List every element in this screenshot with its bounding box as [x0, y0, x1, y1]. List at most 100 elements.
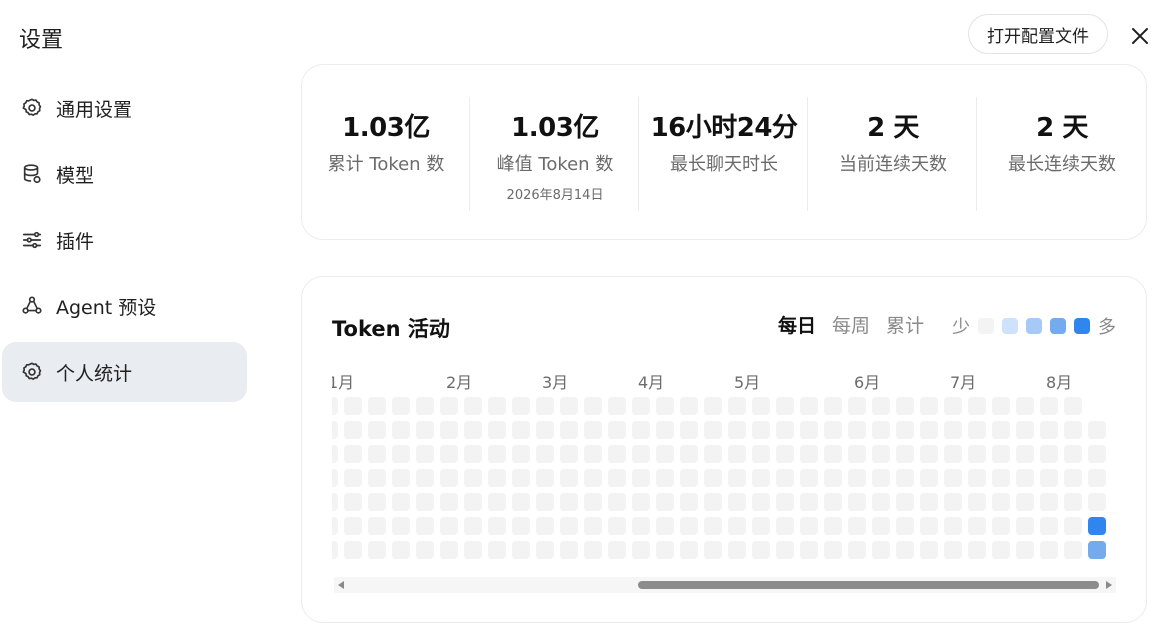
heatmap-cell[interactable]	[536, 421, 554, 439]
heatmap-cell[interactable]	[920, 517, 938, 535]
heatmap-cell[interactable]	[440, 421, 458, 439]
heatmap-cell[interactable]	[464, 469, 482, 487]
heatmap-cell[interactable]	[608, 541, 626, 559]
heatmap-cell[interactable]	[464, 493, 482, 511]
heatmap-cell[interactable]	[536, 445, 554, 463]
heatmap-cell[interactable]	[332, 493, 338, 511]
heatmap-cell[interactable]	[752, 397, 770, 415]
heatmap-cell[interactable]	[728, 541, 746, 559]
heatmap-cell[interactable]	[752, 517, 770, 535]
heatmap-cell[interactable]	[608, 421, 626, 439]
heatmap-cell[interactable]	[1016, 469, 1034, 487]
heatmap-cell[interactable]	[920, 397, 938, 415]
heatmap-cell[interactable]	[632, 421, 650, 439]
heatmap-cell[interactable]	[680, 421, 698, 439]
heatmap-cell[interactable]	[464, 517, 482, 535]
scroll-right-icon[interactable]	[1106, 581, 1112, 589]
heatmap-cell[interactable]	[368, 541, 386, 559]
heatmap-cell[interactable]	[1040, 421, 1058, 439]
scrollbar-thumb[interactable]	[638, 581, 1099, 589]
heatmap-cell[interactable]	[392, 397, 410, 415]
heatmap-cell[interactable]	[488, 541, 506, 559]
heatmap-cell[interactable]	[680, 445, 698, 463]
heatmap-cell[interactable]	[344, 469, 362, 487]
heatmap-cell[interactable]	[872, 397, 890, 415]
heatmap-cell[interactable]	[416, 541, 434, 559]
heatmap-cell[interactable]	[416, 517, 434, 535]
heatmap-cell[interactable]	[752, 421, 770, 439]
tab-daily[interactable]: 每日	[778, 311, 816, 338]
heatmap-cell[interactable]	[536, 517, 554, 535]
close-button[interactable]	[1126, 22, 1154, 50]
heatmap-cell[interactable]	[848, 493, 866, 511]
heatmap-cell[interactable]	[512, 469, 530, 487]
scroll-left-icon[interactable]	[338, 581, 344, 589]
heatmap-cell[interactable]	[1016, 517, 1034, 535]
heatmap-cell[interactable]	[512, 397, 530, 415]
heatmap-cell[interactable]	[944, 493, 962, 511]
heatmap-cell[interactable]	[848, 541, 866, 559]
heatmap-cell[interactable]	[896, 469, 914, 487]
heatmap-cell[interactable]	[824, 397, 842, 415]
heatmap-cell[interactable]	[632, 541, 650, 559]
heatmap-cell[interactable]	[680, 541, 698, 559]
heatmap-cell[interactable]	[848, 445, 866, 463]
heatmap-cell[interactable]	[1088, 445, 1106, 463]
heatmap-cell[interactable]	[368, 421, 386, 439]
heatmap-cell[interactable]	[1040, 397, 1058, 415]
heatmap-cell[interactable]	[584, 469, 602, 487]
heatmap-cell[interactable]	[416, 493, 434, 511]
heatmap-cell[interactable]	[944, 541, 962, 559]
heatmap-cell[interactable]	[1016, 541, 1034, 559]
heatmap-cell[interactable]	[560, 421, 578, 439]
heatmap-cell[interactable]	[416, 469, 434, 487]
heatmap-cell[interactable]	[800, 541, 818, 559]
heatmap-cell[interactable]	[824, 445, 842, 463]
horizontal-scrollbar[interactable]	[334, 577, 1116, 593]
heatmap-cell[interactable]	[872, 445, 890, 463]
heatmap-cell[interactable]	[704, 541, 722, 559]
heatmap-cell[interactable]	[920, 469, 938, 487]
heatmap-cell[interactable]	[632, 493, 650, 511]
open-config-file-button[interactable]: 打开配置文件	[968, 14, 1108, 54]
heatmap-cell[interactable]	[776, 397, 794, 415]
heatmap-cell[interactable]	[344, 493, 362, 511]
heatmap-cell[interactable]	[1064, 493, 1082, 511]
heatmap-cell[interactable]	[512, 541, 530, 559]
heatmap-cell[interactable]	[488, 493, 506, 511]
tab-cumulative[interactable]: 累计	[886, 311, 924, 338]
heatmap-cell[interactable]	[368, 445, 386, 463]
heatmap-cell[interactable]	[1016, 421, 1034, 439]
heatmap-cell[interactable]	[728, 445, 746, 463]
heatmap-cell[interactable]	[1088, 541, 1106, 559]
heatmap-cell[interactable]	[776, 517, 794, 535]
heatmap-cell[interactable]	[776, 469, 794, 487]
heatmap-cell[interactable]	[800, 517, 818, 535]
heatmap-cell[interactable]	[848, 517, 866, 535]
heatmap-cell[interactable]	[1064, 541, 1082, 559]
heatmap-cell[interactable]	[560, 445, 578, 463]
heatmap-cell[interactable]	[824, 517, 842, 535]
heatmap-cell[interactable]	[704, 517, 722, 535]
heatmap-cell[interactable]	[1088, 493, 1106, 511]
heatmap-cell[interactable]	[584, 421, 602, 439]
heatmap-cell[interactable]	[440, 397, 458, 415]
heatmap-cell[interactable]	[512, 445, 530, 463]
heatmap-cell[interactable]	[560, 493, 578, 511]
heatmap-cell[interactable]	[896, 517, 914, 535]
heatmap-cell[interactable]	[824, 469, 842, 487]
heatmap-cell[interactable]	[344, 517, 362, 535]
heatmap-cell[interactable]	[896, 541, 914, 559]
heatmap-cell[interactable]	[944, 421, 962, 439]
heatmap-cell[interactable]	[1040, 445, 1058, 463]
heatmap-cell[interactable]	[416, 445, 434, 463]
heatmap-cell[interactable]	[392, 493, 410, 511]
heatmap-cell[interactable]	[584, 397, 602, 415]
heatmap-cell[interactable]	[992, 397, 1010, 415]
heatmap-cell[interactable]	[368, 469, 386, 487]
heatmap-cell[interactable]	[488, 517, 506, 535]
heatmap-cell[interactable]	[872, 517, 890, 535]
heatmap-cell[interactable]	[896, 445, 914, 463]
heatmap-cell[interactable]	[1088, 421, 1106, 439]
heatmap-cell[interactable]	[704, 469, 722, 487]
